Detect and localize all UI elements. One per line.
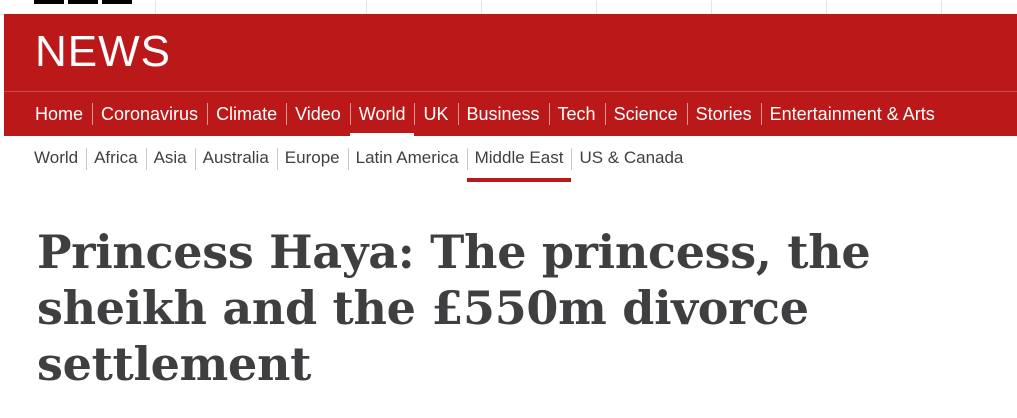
nav-item-climate[interactable]: Climate (207, 92, 286, 136)
subnav-item-australia[interactable]: Australia (194, 136, 277, 180)
top-bar-divider (155, 0, 156, 14)
nav-item-entertainment-arts[interactable]: Entertainment & Arts (760, 92, 944, 136)
subnav-item-world[interactable]: World (26, 136, 86, 180)
top-bar-divider (826, 0, 827, 14)
nav-item-coronavirus[interactable]: Coronavirus (92, 92, 207, 136)
subnav-item-europe[interactable]: Europe (276, 136, 348, 180)
logo-block (102, 0, 132, 4)
nav-item-uk[interactable]: UK (414, 92, 457, 136)
headline-line: Princess Haya: The princess, the (37, 225, 871, 279)
subnav-item-middle-east[interactable]: Middle East (466, 136, 572, 182)
logo-block (68, 0, 98, 4)
subnav-item-latin-america[interactable]: Latin America (347, 136, 467, 180)
nav-item-science[interactable]: Science (604, 92, 687, 136)
headline-line: settlement (37, 337, 312, 391)
top-bar-divider (596, 0, 597, 14)
subnav-item-us-canada[interactable]: US & Canada (571, 136, 691, 180)
top-bar-divider (481, 0, 482, 14)
primary-nav: Home Coronavirus Climate Video World UK … (4, 91, 1017, 136)
nav-item-business[interactable]: Business (457, 92, 549, 136)
nav-item-home[interactable]: Home (26, 92, 92, 136)
subnav-item-africa[interactable]: Africa (86, 136, 145, 180)
bbc-logo[interactable] (34, 0, 132, 4)
article-headline: Princess Haya: The princess, the sheikh … (37, 224, 937, 392)
top-bar-divider (711, 0, 712, 14)
subnav-item-asia[interactable]: Asia (145, 136, 195, 180)
news-brand-link[interactable]: NEWS (35, 28, 171, 76)
logo-block (34, 0, 64, 4)
secondary-nav: World Africa Asia Australia Europe Latin… (4, 136, 1017, 184)
nav-item-tech[interactable]: Tech (548, 92, 605, 136)
nav-item-world[interactable]: World (349, 92, 415, 136)
top-bar-divider (366, 0, 367, 14)
top-bar (0, 0, 1017, 15)
nav-item-stories[interactable]: Stories (686, 92, 761, 136)
top-bar-divider (941, 0, 942, 14)
headline-line: sheikh and the £550m divorce (37, 281, 809, 335)
masthead: NEWS (4, 14, 1017, 91)
nav-item-video[interactable]: Video (286, 92, 350, 136)
